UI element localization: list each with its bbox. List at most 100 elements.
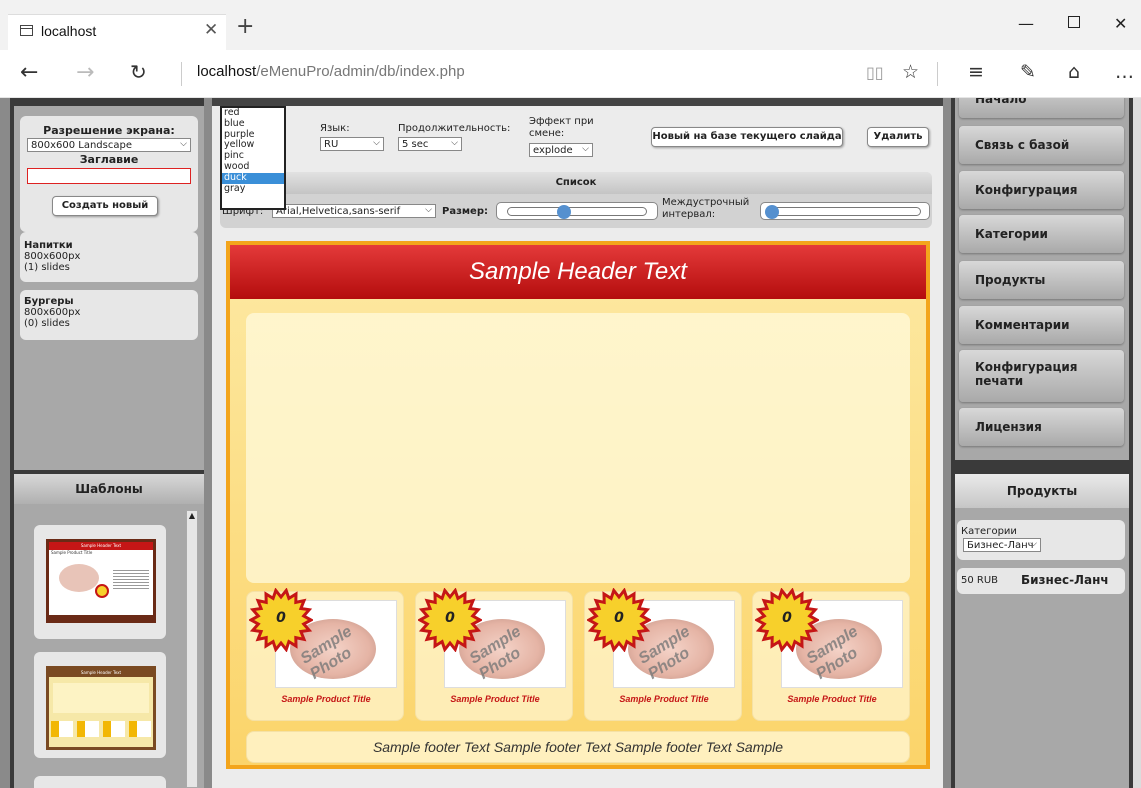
template-thumbnail[interactable] (34, 776, 166, 788)
nav-configuration[interactable]: Конфигурация (959, 171, 1124, 209)
font-select[interactable]: Arial,Helvetica,sans-serif ⌵ (272, 204, 436, 218)
close-tab-icon[interactable]: ✕ (204, 20, 218, 40)
nav-products[interactable]: Продукты (959, 261, 1124, 299)
color-dropdown-list[interactable]: red blue purple yellow pinc wood duck gray (220, 106, 286, 210)
forward-icon[interactable]: → (76, 60, 94, 85)
size-slider-thumb[interactable] (557, 205, 572, 219)
more-icon[interactable]: … (1115, 61, 1134, 83)
new-group-card: Разрешение экрана: 800x600 Landscape ⌵ За… (20, 116, 198, 232)
share-icon[interactable]: ⌂ (1068, 61, 1080, 83)
language-value: RU (324, 139, 339, 150)
new-from-current-slide-button[interactable]: Новый на базе текущего слайда (651, 127, 843, 147)
template-preview-product (129, 721, 151, 737)
template-preview-header: Sample Header Text (49, 542, 153, 550)
template-thumbnail[interactable]: Sample Header Text Sample Product Title (34, 525, 166, 639)
template-preview-products (51, 721, 151, 739)
favorite-star-icon[interactable]: ☆ (902, 61, 919, 83)
group-name: Напитки (24, 240, 73, 251)
chevron-down-icon: ⌵ (451, 138, 458, 148)
line-spacing-slider-thumb[interactable] (765, 205, 779, 219)
web-note-icon[interactable]: ✎ (1020, 61, 1036, 83)
slide-header[interactable]: Sample Header Text (230, 245, 926, 299)
template-preview-product (77, 721, 99, 737)
color-option-gray[interactable]: gray (222, 183, 284, 195)
close-window-icon[interactable]: ✕ (1114, 14, 1127, 33)
price-badge-text: 0 (445, 610, 455, 626)
group-card[interactable]: Напитки 800x600px (1) slides (20, 232, 198, 282)
left-settings-panel: Разрешение экрана: 800x600 Landscape ⌵ За… (14, 106, 204, 470)
resolution-select[interactable]: 800x600 Landscape ⌵ (27, 138, 191, 152)
templates-scrollbar[interactable]: ▲ (186, 510, 198, 788)
template-preview-dish (59, 564, 99, 592)
slide-body[interactable] (246, 313, 910, 583)
template-preview-body (53, 683, 149, 713)
back-icon[interactable]: ← (20, 60, 38, 85)
new-tab-icon[interactable]: + (236, 16, 254, 38)
browser-tab[interactable]: localhost ✕ (8, 14, 226, 50)
list-header: Список (220, 172, 932, 194)
reading-view-icon[interactable]: ▯▯ (866, 63, 884, 82)
group-size: 800x600px (24, 307, 81, 318)
products-panel: Продукты Категории Бизнес-Ланч ⌵ 50 RUB Б… (955, 474, 1129, 788)
template-thumbnail[interactable]: Sample Header Text (34, 652, 166, 758)
group-card[interactable]: Бургеры 800x600px (0) slides (20, 290, 198, 340)
create-new-button[interactable]: Создать новый (52, 196, 158, 216)
hub-icon[interactable]: ≡ (968, 61, 984, 83)
template-preview-badge (95, 584, 109, 598)
product-card[interactable]: Sample Photo 0 Sample Product Title (584, 587, 742, 721)
title-label: Заглавие (79, 153, 139, 166)
url-host: localhost (197, 63, 257, 80)
size-label: Размер: (442, 206, 489, 217)
product-title: Sample Product Title (281, 694, 371, 704)
chevron-down-icon: ⌵ (1030, 539, 1037, 549)
product-name: Бизнес-Ланч (1021, 573, 1109, 587)
duration-select[interactable]: 5 sec ⌵ (398, 137, 462, 151)
nav-license[interactable]: Лицензия (959, 408, 1124, 446)
product-card[interactable]: Sample Photo 0 Sample Product Title (415, 587, 573, 721)
group-size: 800x600px (24, 251, 81, 262)
slide-editor: Язык: RU ⌵ Продолжительность: 5 sec ⌵ Эффе… (212, 98, 943, 788)
categories-value: Бизнес-Ланч (967, 540, 1034, 551)
size-slider[interactable] (496, 202, 658, 220)
duration-value: 5 sec (402, 139, 429, 150)
scroll-up-icon[interactable]: ▲ (187, 511, 197, 521)
page-content: Разрешение экрана: 800x600 Landscape ⌵ За… (0, 98, 1141, 788)
browser-tab-bar: localhost ✕ + — ✕ (0, 0, 1141, 50)
chevron-down-icon: ⌵ (180, 139, 187, 149)
line-spacing-slider[interactable] (760, 202, 930, 220)
nav-home[interactable]: Начало (959, 98, 1124, 118)
nav-categories[interactable]: Категории (959, 215, 1124, 253)
resolution-value: 800x600 Landscape (31, 140, 132, 151)
product-card[interactable]: Sample Photo 0 Sample Product Title (246, 587, 404, 721)
url-field[interactable]: localhost/eMenuPro/admin/db/index.php (197, 63, 465, 80)
title-input[interactable] (27, 168, 191, 184)
group-name: Бургеры (24, 296, 74, 307)
resolution-label: Разрешение экрана: (43, 124, 175, 137)
price-badge-text: 0 (782, 610, 792, 626)
nav-db-connection[interactable]: Связь с базой (959, 126, 1124, 164)
product-list-item[interactable]: 50 RUB Бизнес-Ланч (957, 568, 1125, 594)
top-strip (212, 98, 943, 106)
product-title: Sample Product Title (619, 694, 709, 704)
slide-footer[interactable]: Sample footer Text Sample footer Text Sa… (246, 731, 910, 763)
color-option-blue[interactable]: blue (222, 118, 284, 130)
language-select[interactable]: RU ⌵ (320, 137, 384, 151)
tab-title: localhost (41, 23, 97, 39)
maximize-icon[interactable] (1068, 16, 1080, 28)
language-label: Язык: (320, 123, 350, 134)
delete-button[interactable]: Удалить (867, 127, 929, 147)
slide-preview[interactable]: Sample Header Text Sample Photo 0 Sample… (226, 241, 930, 769)
nav-comments[interactable]: Комментарии (959, 306, 1124, 344)
color-option-duck[interactable]: duck (222, 172, 284, 184)
minimize-icon[interactable]: — (1018, 14, 1034, 33)
effect-value: explode (533, 145, 573, 156)
page-icon (20, 25, 33, 36)
refresh-icon[interactable]: ↻ (130, 60, 147, 84)
product-card[interactable]: Sample Photo 0 Sample Product Title (752, 587, 910, 721)
categories-select[interactable]: Бизнес-Ланч ⌵ (963, 538, 1041, 552)
price-badge-text: 0 (276, 610, 286, 626)
template-preview-product (51, 721, 73, 737)
nav-print-configuration[interactable]: Конфигурация печати (959, 350, 1124, 402)
page-scrollbar[interactable] (1133, 98, 1141, 788)
effect-select[interactable]: explode ⌵ (529, 143, 593, 157)
